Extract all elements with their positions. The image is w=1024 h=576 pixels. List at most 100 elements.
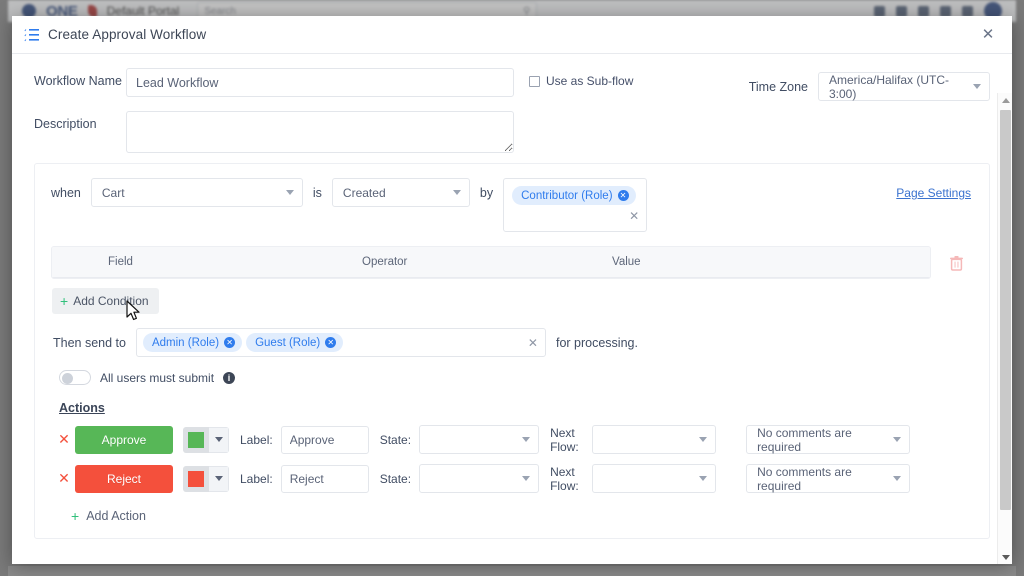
remove-action-icon[interactable]: ✕ — [53, 431, 75, 448]
send-to-row: Then send to Admin (Role) ✕ Guest (Role)… — [51, 328, 973, 357]
background-search-placeholder: Search — [204, 5, 236, 17]
add-condition-label: Add Condition — [73, 294, 149, 308]
add-action-label: Add Action — [86, 509, 146, 523]
column-header-operator: Operator — [362, 256, 408, 268]
next-flow-caption-line2: Flow: — [550, 439, 579, 454]
chip-remove-icon[interactable]: ✕ — [617, 190, 629, 201]
remove-action-icon[interactable]: ✕ — [53, 470, 75, 487]
action-label-input[interactable] — [280, 464, 369, 493]
scroll-down-arrow-icon[interactable] — [998, 550, 1012, 564]
action-state-caption: State: — [379, 471, 412, 486]
ordered-list-icon — [24, 28, 39, 41]
chip-remove-icon[interactable]: ✕ — [325, 337, 337, 348]
conditions-table: Field Operator Value — [51, 246, 931, 279]
trigger-by-roles-input[interactable]: Contributor (Role) ✕ ✕ — [503, 178, 648, 232]
conditions-section: Field Operator Value + Add Condition — [51, 246, 973, 314]
role-chip[interactable]: Contributor (Role) ✕ — [512, 186, 636, 205]
action-next-flow-caption: Next Flow: — [550, 465, 584, 493]
chevron-down-icon — [893, 476, 902, 481]
actions-section-title: Actions — [59, 401, 105, 415]
action-row: ✕ Reject Label: State: Next Flow: — [51, 464, 973, 493]
role-chip[interactable]: Guest (Role) ✕ — [246, 333, 344, 352]
action-comments-value: No comments are required — [757, 425, 852, 454]
action-comments-select[interactable]: No comments are required — [746, 425, 911, 454]
action-color-picker[interactable] — [183, 426, 229, 453]
send-to-roles-input[interactable]: Admin (Role) ✕ Guest (Role) ✕ ✕ — [135, 328, 546, 357]
action-label-input[interactable] — [280, 425, 369, 454]
trigger-entity-value: Cart — [101, 185, 125, 200]
chevron-down-icon — [973, 84, 981, 89]
plus-icon: + — [60, 293, 69, 309]
trigger-event-select[interactable]: Created — [331, 178, 470, 207]
action-comments-value: No comments are required — [757, 464, 852, 493]
action-preview-button[interactable]: Approve — [75, 425, 173, 454]
dialog-body: Workflow Name Use as Sub-flow Time Zone … — [12, 54, 1012, 564]
chip-remove-icon[interactable]: ✕ — [224, 337, 236, 348]
color-swatch[interactable] — [183, 465, 209, 492]
notifications-icon — [874, 5, 885, 17]
column-header-value: Value — [612, 256, 641, 268]
action-next-flow-select[interactable] — [592, 425, 717, 454]
role-chip-label: Admin (Role) — [151, 336, 220, 349]
vertical-scrollbar[interactable] — [997, 93, 1012, 564]
background-bottom-strip — [8, 566, 1016, 576]
alerts-icon — [918, 5, 929, 17]
action-state-select[interactable] — [419, 425, 540, 454]
color-picker-dropdown[interactable] — [209, 465, 229, 492]
timezone-control: Time Zone America/Halifax (UTC-3:00) — [749, 68, 990, 101]
dialog-header: Create Approval Workflow ✕ — [12, 16, 1012, 54]
info-icon[interactable]: i — [223, 371, 236, 384]
action-preview-button[interactable]: Reject — [75, 464, 173, 493]
use-as-subflow-checkbox[interactable] — [529, 75, 540, 87]
chevron-down-icon — [214, 437, 223, 442]
workflow-name-row: Workflow Name Use as Sub-flow Time Zone … — [34, 68, 990, 101]
timezone-select[interactable]: America/Halifax (UTC-3:00) — [818, 72, 990, 101]
action-label-caption: Label: — [240, 471, 273, 486]
clear-x-icon[interactable]: ✕ — [629, 210, 639, 222]
workflow-name-input[interactable] — [126, 68, 514, 97]
role-chip[interactable]: Admin (Role) ✕ — [142, 333, 243, 352]
workflow-name-label: Workflow Name — [34, 74, 122, 88]
send-to-label: Then send to — [53, 335, 126, 350]
color-picker-dropdown[interactable] — [209, 426, 229, 453]
timezone-label: Time Zone — [748, 79, 808, 94]
action-color-picker[interactable] — [183, 465, 229, 492]
create-approval-workflow-dialog: Create Approval Workflow ✕ Workflow Name… — [12, 16, 1012, 564]
description-input[interactable] — [126, 111, 514, 153]
page-settings-link[interactable]: Page Settings — [896, 186, 971, 200]
clear-x-icon[interactable]: ✕ — [528, 337, 538, 349]
role-chip-label: Guest (Role) — [255, 336, 321, 349]
add-condition-button[interactable]: + Add Condition — [52, 288, 159, 314]
color-swatch[interactable] — [183, 426, 209, 453]
scrollbar-thumb[interactable] — [1000, 110, 1011, 510]
all-users-must-submit-row: All users must submit i — [51, 370, 973, 385]
help-icon — [940, 5, 951, 17]
chevron-down-icon — [699, 437, 708, 442]
chevron-down-icon — [285, 190, 294, 195]
add-action-button[interactable]: + Add Action — [71, 509, 146, 523]
close-icon[interactable]: ✕ — [978, 25, 998, 45]
use-as-subflow-control[interactable]: Use as Sub-flow — [529, 68, 633, 88]
dialog-title-group: Create Approval Workflow — [24, 27, 206, 42]
conditions-table-header: Field Operator Value — [52, 247, 930, 278]
chevron-down-icon — [699, 476, 708, 481]
when-word: when — [51, 186, 81, 200]
search-icon: ⚲ — [522, 5, 531, 17]
toggle-knob — [62, 372, 73, 384]
action-state-select[interactable] — [419, 464, 540, 493]
trigger-event-value: Created — [342, 185, 386, 200]
action-next-flow-select[interactable] — [592, 464, 717, 493]
trash-icon — [949, 255, 963, 271]
description-row: Description — [34, 111, 990, 153]
plus-icon: + — [71, 508, 80, 524]
trigger-entity-select[interactable]: Cart — [90, 178, 303, 207]
scroll-up-arrow-icon[interactable] — [998, 93, 1012, 107]
chevron-down-icon — [522, 476, 531, 481]
cart-icon — [896, 5, 907, 17]
delete-condition-group-button[interactable] — [945, 252, 967, 274]
action-comments-select[interactable]: No comments are required — [746, 464, 911, 493]
all-users-must-submit-toggle[interactable] — [59, 370, 91, 385]
action-label-caption: Label: — [240, 432, 273, 447]
chevron-down-icon — [452, 190, 461, 195]
chevron-down-icon — [522, 437, 531, 442]
